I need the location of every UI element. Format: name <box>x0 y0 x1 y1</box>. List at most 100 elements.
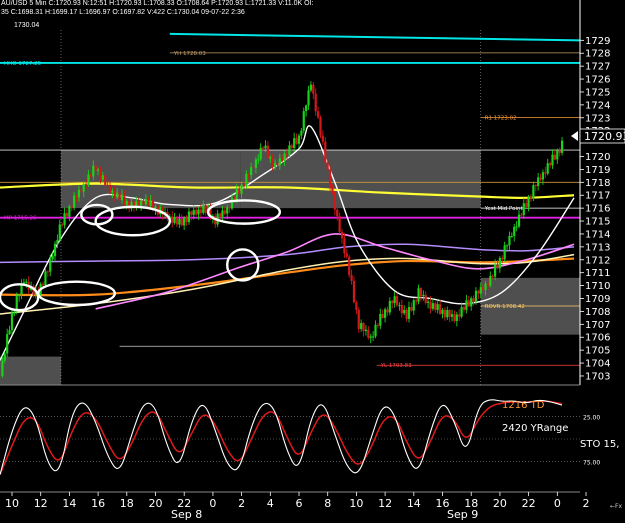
price-tick-label: 1704 <box>585 359 610 370</box>
day-label-sep9: Sep 9 <box>447 508 478 521</box>
candle-body <box>77 189 81 198</box>
candle-body <box>546 163 549 174</box>
candle-body <box>393 296 396 304</box>
candle-body <box>281 158 284 161</box>
candle-body <box>331 188 334 192</box>
candle-body <box>63 213 66 225</box>
candle-body <box>534 185 537 187</box>
price-tick-label: 1723 <box>585 113 610 124</box>
candle-body <box>352 280 356 303</box>
time-tick-label: 4 <box>267 497 274 510</box>
candle-body <box>553 154 556 160</box>
candle-body <box>175 217 179 225</box>
candle-body <box>400 304 403 314</box>
candle-body <box>116 192 119 198</box>
chart-root: AU/USD 5 Min C:1720.93 N:12:51 H:1720.93… <box>0 0 625 523</box>
candle-body <box>233 197 236 200</box>
candle-body <box>551 154 554 166</box>
stoch-tick-label: 25.00 <box>583 415 600 422</box>
candle-body <box>6 334 9 354</box>
yrange-label: 2420 YRange <box>502 423 568 434</box>
candle-body <box>56 239 59 244</box>
time-tick-label: 22 <box>522 497 536 510</box>
candle-body <box>147 198 150 206</box>
candle-body <box>539 177 542 180</box>
candle-body <box>250 167 253 176</box>
candle-body <box>527 196 530 207</box>
candle-body <box>515 226 518 228</box>
candle-body <box>178 218 181 225</box>
candle-body <box>288 145 291 156</box>
level-label-yest-mid-point: Yest Mid Point <box>484 206 524 212</box>
candle-body <box>204 205 207 213</box>
candle-body <box>403 309 406 314</box>
candle-body <box>73 195 76 208</box>
header-line-3: 1730.04 <box>14 22 39 29</box>
candle-body <box>412 300 415 311</box>
candle-body <box>410 307 413 311</box>
candle-body <box>46 271 49 273</box>
candle-body <box>137 201 140 206</box>
candle-body <box>41 284 45 286</box>
candle-body <box>429 301 432 309</box>
candle-body <box>345 253 348 257</box>
candle-body <box>560 140 564 153</box>
price-tick-label: 1711 <box>585 268 610 279</box>
candle-body <box>49 259 52 272</box>
price-tick-label: 1726 <box>585 75 610 86</box>
candle-body <box>1 360 4 376</box>
candle-body <box>92 165 95 177</box>
candle-body <box>453 314 456 321</box>
candle-body <box>199 209 203 214</box>
candle-body <box>427 301 430 303</box>
candle-body <box>450 314 454 317</box>
candle-body <box>364 329 368 332</box>
candle-body <box>142 200 145 205</box>
candle-body <box>106 184 109 186</box>
candle-body <box>187 211 191 223</box>
candle-body <box>422 294 425 297</box>
candle-body <box>498 257 501 269</box>
candle-body <box>472 298 475 302</box>
price-tick-label: 1725 <box>585 87 610 98</box>
candle-body <box>235 189 238 200</box>
candle-body <box>314 93 317 112</box>
price-tick-label: 1713 <box>585 242 610 253</box>
candle-body <box>326 162 329 170</box>
candle-body <box>297 135 301 144</box>
candle-body <box>278 158 281 166</box>
candle-body <box>223 210 226 214</box>
zone-0 <box>0 356 61 385</box>
candle-body <box>101 175 104 180</box>
candle-body <box>120 194 124 201</box>
candle-body <box>264 145 267 149</box>
candle-body <box>343 238 346 254</box>
candle-body <box>470 298 473 307</box>
price-tick-label: 1719 <box>585 165 610 176</box>
candle-body <box>386 309 389 313</box>
candle-body <box>434 303 437 310</box>
candle-body <box>118 192 121 201</box>
candle-body <box>541 172 545 180</box>
candle-body <box>140 200 143 206</box>
candle-body <box>242 184 246 187</box>
candle-body <box>85 184 88 186</box>
price-tick-label: 1708 <box>585 307 610 318</box>
price-tick-label: 1705 <box>585 346 610 357</box>
candle-body <box>355 302 358 310</box>
time-tick-label: 2 <box>238 497 245 510</box>
candle-body <box>104 175 107 185</box>
candle-body <box>58 224 61 240</box>
td-label: 1216 TD <box>502 400 545 411</box>
candle-body <box>99 169 102 180</box>
candle-body <box>443 309 446 318</box>
level-label-hho: HHO 1727.25 <box>4 61 42 67</box>
price-tick-label: 1717 <box>585 191 610 202</box>
price-tick-label: 1712 <box>585 255 610 266</box>
candle-body <box>448 310 451 317</box>
candle-body <box>221 210 224 217</box>
candle-body <box>520 214 523 216</box>
time-tick-label: 18 <box>120 497 134 510</box>
candle-body <box>503 245 506 260</box>
candle-body <box>405 309 408 319</box>
